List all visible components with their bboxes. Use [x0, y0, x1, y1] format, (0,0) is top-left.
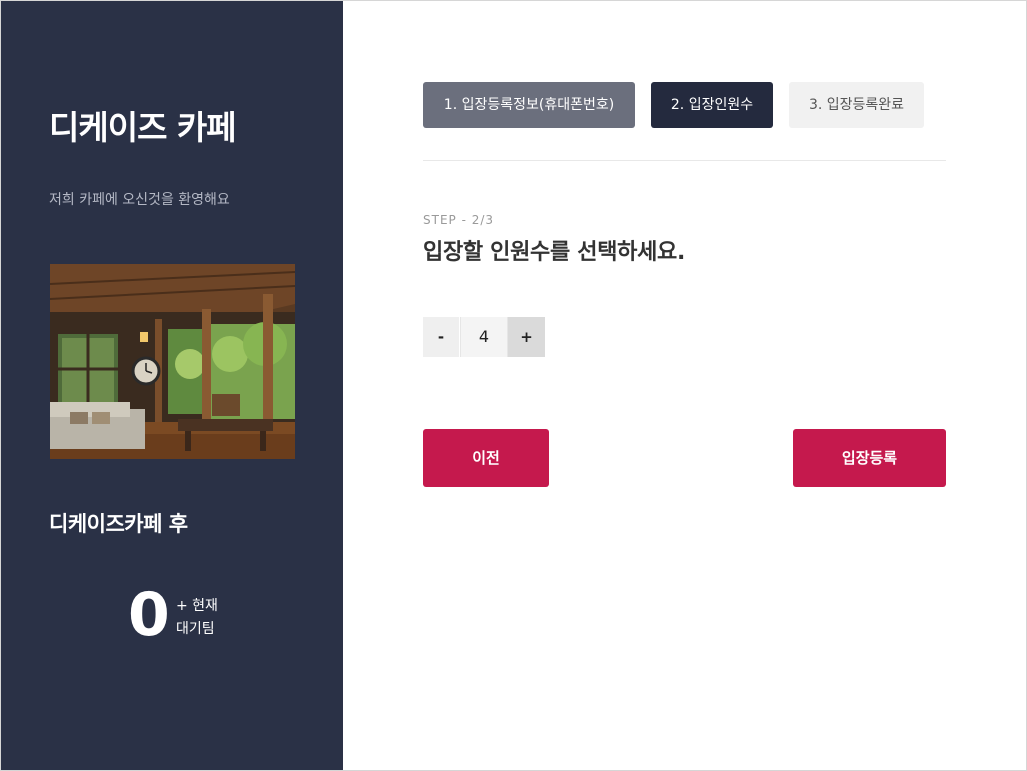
page-title: 입장할 인원수를 선택하세요.	[423, 240, 686, 265]
queue-count: 0	[128, 580, 170, 650]
brand-subtitle: 저희 카페에 오신것을 환영해요	[49, 192, 230, 208]
brand-title: 디케이즈 카페	[49, 108, 237, 147]
decrement-button[interactable]: -	[423, 317, 459, 357]
increment-button[interactable]: +	[508, 317, 545, 357]
queue-title: 디케이즈카페 후	[49, 512, 188, 536]
main-content: 1. 입장등록정보(휴대폰번호) 2. 입장인원수 3. 입장등록완료 STEP…	[343, 1, 1026, 770]
sidebar: 디케이즈 카페 저희 카페에 오신것을 환영해요 디케이즈카페 후 0 + 현재…	[1, 1, 343, 770]
queue-caption: + 현재 대기팀	[176, 598, 218, 637]
divider	[423, 160, 946, 161]
app-window: 디케이즈 카페 저희 카페에 오신것을 환영해요 디케이즈카페 후 0 + 현재…	[0, 0, 1027, 771]
quantity-stepper: - 4 +	[423, 317, 545, 357]
cafe-interior-photo	[50, 264, 295, 459]
party-size-value[interactable]: 4	[460, 317, 508, 357]
tab-registration-complete[interactable]: 3. 입장등록완료	[789, 82, 924, 128]
step-indicator: STEP - 2/3	[423, 213, 495, 227]
tab-party-size[interactable]: 2. 입장인원수	[651, 82, 773, 128]
tab-phone-info[interactable]: 1. 입장등록정보(휴대폰번호)	[423, 82, 635, 128]
previous-button[interactable]: 이전	[423, 429, 549, 487]
register-entry-button[interactable]: 입장등록	[793, 429, 946, 487]
